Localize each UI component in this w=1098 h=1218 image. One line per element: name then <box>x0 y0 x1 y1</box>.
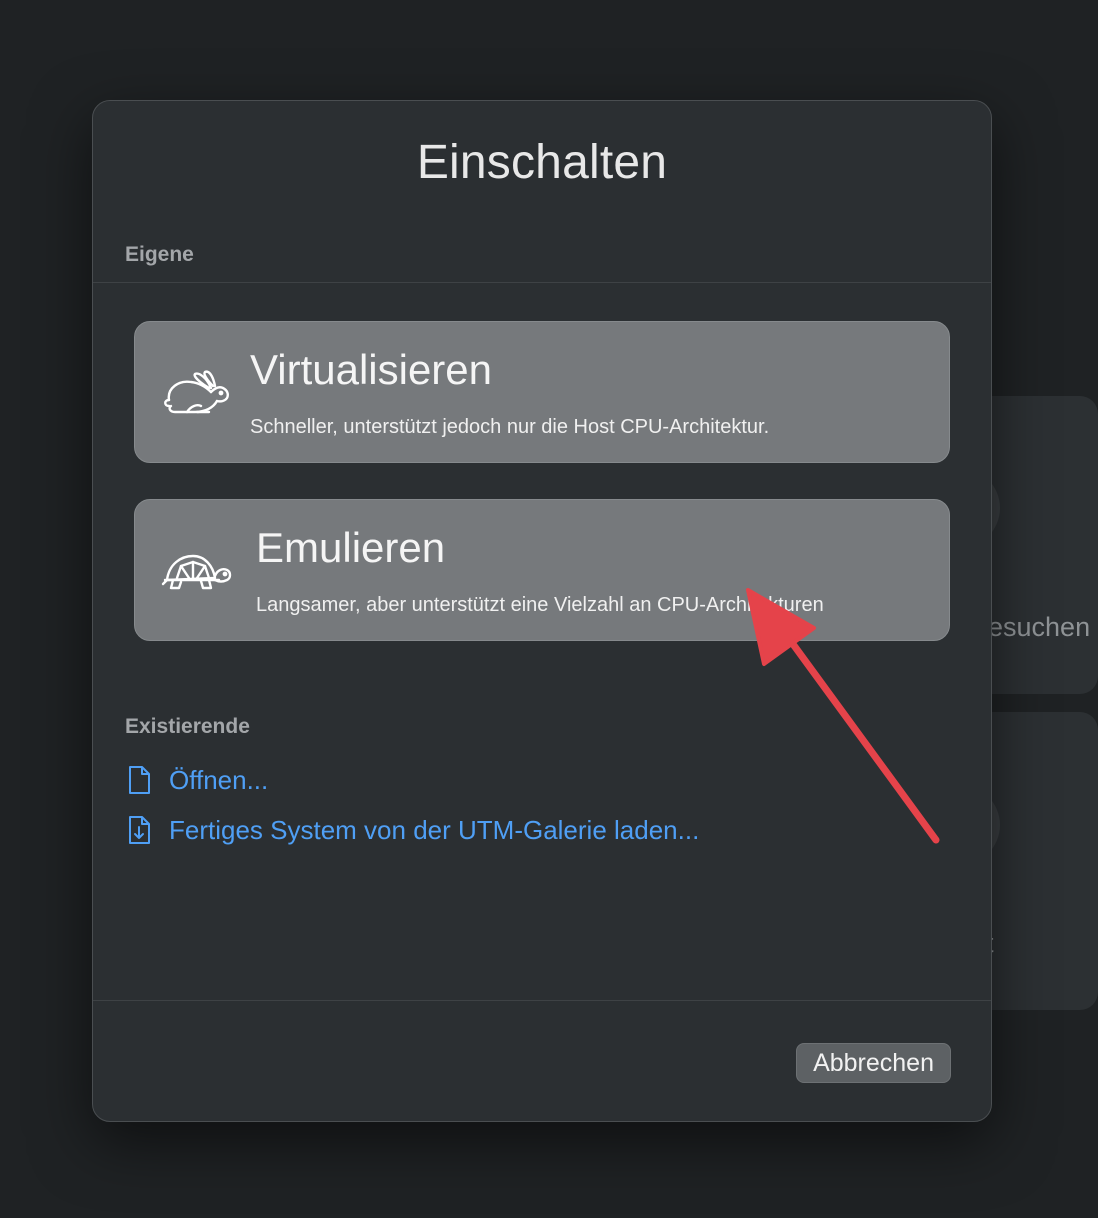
emulate-title: Emulieren <box>256 524 446 571</box>
emulate-option-button[interactable]: Emulieren Langsamer, aber unterstützt ei… <box>134 499 950 641</box>
emulate-description: Langsamer, aber unterstützt eine Vielzah… <box>256 594 824 616</box>
document-download-icon <box>129 816 150 844</box>
gallery-download-link[interactable]: Fertiges System von der UTM-Galerie lade… <box>125 813 699 847</box>
divider <box>93 1000 991 1001</box>
cancel-button[interactable]: Abbrechen <box>796 1043 951 1083</box>
document-icon <box>129 766 150 794</box>
dialog-title: Einschalten <box>416 136 668 189</box>
background-card-text: esuchen <box>988 612 1091 642</box>
divider <box>93 282 991 283</box>
turtle-icon <box>161 554 232 590</box>
gallery-download-link-label: Fertiges System von der UTM-Galerie lade… <box>169 814 700 845</box>
virtualize-option-button[interactable]: Virtualisieren Schneller, unterstützt je… <box>134 321 950 463</box>
open-link-label: Öffnen... <box>169 764 269 795</box>
open-link[interactable]: Öffnen... <box>125 763 268 797</box>
new-vm-dialog: Einschalten Eigene Virtualisieren Schnel… <box>92 100 992 1122</box>
virtualize-title: Virtualisieren <box>250 346 493 393</box>
virtualize-description: Schneller, unterstützt jedoch nur die Ho… <box>250 416 770 438</box>
section-label-existing: Existierende <box>125 715 250 738</box>
section-label-own: Eigene <box>125 243 194 266</box>
rabbit-icon <box>164 370 229 414</box>
